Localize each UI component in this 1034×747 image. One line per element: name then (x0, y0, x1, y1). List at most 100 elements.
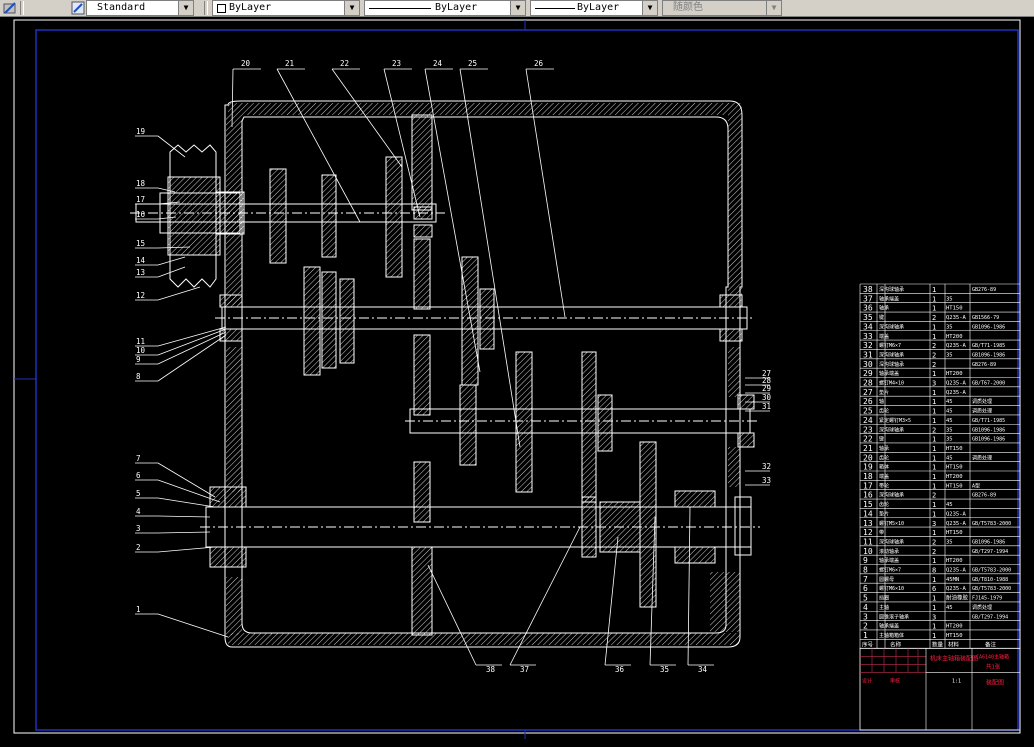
bom-row-name: 带 (879, 530, 884, 536)
chevron-down-icon[interactable]: ▼ (642, 1, 657, 15)
bom-row-qty: 1 (932, 323, 936, 331)
bom-row-no: 27 (863, 388, 873, 397)
bom-row-material: Q235-A (946, 381, 967, 387)
bom-row-material: HT150 (946, 465, 963, 471)
bom-row-qty: 1 (932, 473, 936, 481)
bom-row-no: 5 (863, 594, 868, 603)
bom-row-no: 35 (863, 313, 873, 322)
linetype-combo[interactable]: ByLayer ▼ (364, 0, 526, 16)
bom-row-std: GB1096-1986 (972, 539, 1005, 545)
bom-row-no: 30 (863, 360, 873, 369)
bom-row-qty: 1 (932, 370, 936, 378)
bom-row-name: 螺钉M6×7 (879, 342, 901, 349)
bom-row-material: Q235-A (946, 390, 967, 396)
bom-row-qty: 1 (932, 464, 936, 472)
bom-row-qty: 3 (932, 520, 936, 528)
title-block-drawing-no: CA6140主轴箱 (976, 653, 1009, 660)
bom-row-no: 14 (863, 509, 873, 518)
plot-style-combo[interactable]: 随颜色 ▼ (662, 0, 782, 16)
bom-row-material: Q235-A (946, 568, 967, 574)
bom-row-name: 深沟球轴承 (879, 323, 904, 330)
bom-row-no: 37 (863, 294, 873, 303)
bom-row-qty: 1 (932, 286, 936, 294)
color-swatch-icon (217, 4, 226, 13)
bom-row-material: 45 (946, 455, 953, 461)
bom-row-std: GB/T5783-2000 (972, 586, 1011, 592)
bom-row-name: 箱体 (879, 464, 889, 471)
dimension-style-icon[interactable] (71, 0, 85, 15)
drawing-canvas[interactable]: 20 21 22 23 24 25 26 19 18 17 16 15 14 13 12 11 10 9 8 7 6 5 4… (0, 17, 1034, 743)
part-label: 22 (340, 59, 349, 68)
bom-row-no: 7 (863, 575, 868, 584)
bom-row-no: 18 (863, 472, 873, 481)
bom-row-no: 24 (863, 416, 873, 425)
bom-row-qty: 1 (932, 398, 936, 406)
bom-row-name: 轴承端盖 (879, 370, 899, 377)
title-block-title: 机床主轴箱装配图 (930, 654, 978, 662)
bom-row-material: 45 (946, 409, 953, 415)
bom-row-qty: 6 (932, 585, 936, 593)
bom-row-qty: 1 (932, 417, 936, 425)
bom-row-no: 38 (863, 285, 873, 294)
bom-row-material: HT150 (946, 633, 963, 639)
bom-row-std: GB/T297-1994 (972, 549, 1008, 555)
part-label: 25 (468, 59, 477, 68)
bom-row-std: GB1096-1986 (972, 324, 1005, 330)
bom-row-material: 35 (946, 427, 953, 433)
color-combo[interactable]: ByLayer ▼ (212, 0, 360, 16)
bom-row-material: 35 (946, 352, 953, 358)
part-label: 37 (520, 665, 529, 674)
bom-row-name: 端盖 (879, 473, 889, 480)
bom-row-no: 33 (863, 332, 873, 341)
chevron-down-icon[interactable]: ▼ (178, 1, 193, 15)
chevron-down-icon[interactable]: ▼ (510, 1, 525, 15)
bom-row-name: 齿轮 (879, 454, 889, 461)
chevron-down-icon[interactable]: ▼ (766, 1, 781, 15)
part-label: 15 (136, 239, 145, 248)
bom-row-std: GB1096-1986 (972, 437, 1005, 443)
bom-header-std: 备注 (985, 640, 997, 648)
bom-row-material: 35 (946, 296, 953, 302)
bom-row-name: 圆螺母 (879, 576, 894, 583)
bom-row-no: 32 (863, 341, 873, 350)
bom-row-no: 28 (863, 379, 873, 388)
bom-row-qty: 2 (932, 361, 936, 369)
part-label: 12 (136, 291, 145, 300)
chevron-down-icon[interactable]: ▼ (344, 1, 359, 15)
bom-row-qty: 2 (932, 342, 936, 350)
bom-row-material: HT150 (946, 306, 963, 312)
bom-row-no: 31 (863, 350, 873, 359)
bom-row-name: 端盖 (879, 333, 889, 340)
part-label: 1 (136, 605, 141, 614)
part-label: 8 (136, 372, 141, 381)
bom-row-no: 6 (863, 584, 868, 593)
bom-row-material: HT200 (946, 334, 963, 340)
bom-row-name: 深沟球轴承 (879, 286, 904, 293)
title-block-designer: 设计 (862, 677, 872, 684)
bom-row-no: 15 (863, 500, 873, 509)
text-style-icon[interactable] (3, 0, 17, 14)
part-label: 14 (136, 256, 146, 265)
bom-row-no: 34 (863, 322, 873, 331)
bom-row-name: 键 (879, 314, 884, 321)
text-style-combo[interactable]: Standard ▼ (86, 0, 194, 16)
lineweight-combo[interactable]: ByLayer ▼ (530, 0, 658, 16)
bom-row-material: 45MN (946, 577, 959, 583)
part-label: 6 (136, 471, 141, 480)
bom-row-no: 21 (863, 444, 873, 453)
bom-row-name: 深沟球轴承 (879, 351, 904, 358)
bom-row-material: HT150 (946, 483, 963, 489)
bom-row-name: 深沟球轴承 (879, 361, 904, 368)
bom-row-no: 12 (863, 528, 873, 537)
bom-row-name: 垫片 (879, 510, 889, 517)
title-block-company: 装配图 (986, 678, 1004, 686)
part-label: 5 (136, 489, 141, 498)
bom-row-no: 1 (863, 631, 868, 640)
part-label: 34 (698, 665, 708, 674)
bom-row-name: 螺钉M6×7 (879, 567, 901, 574)
bom-row-std: GB/T297-1994 (972, 614, 1008, 620)
bom-row-material: 35 (946, 539, 953, 545)
bom-row-qty: 1 (932, 389, 936, 397)
part-label: 3 (136, 524, 141, 533)
properties-toolbar: Standard ▼ ByLayer ▼ ByLayer ▼ ByLayer ▼… (0, 0, 1034, 17)
